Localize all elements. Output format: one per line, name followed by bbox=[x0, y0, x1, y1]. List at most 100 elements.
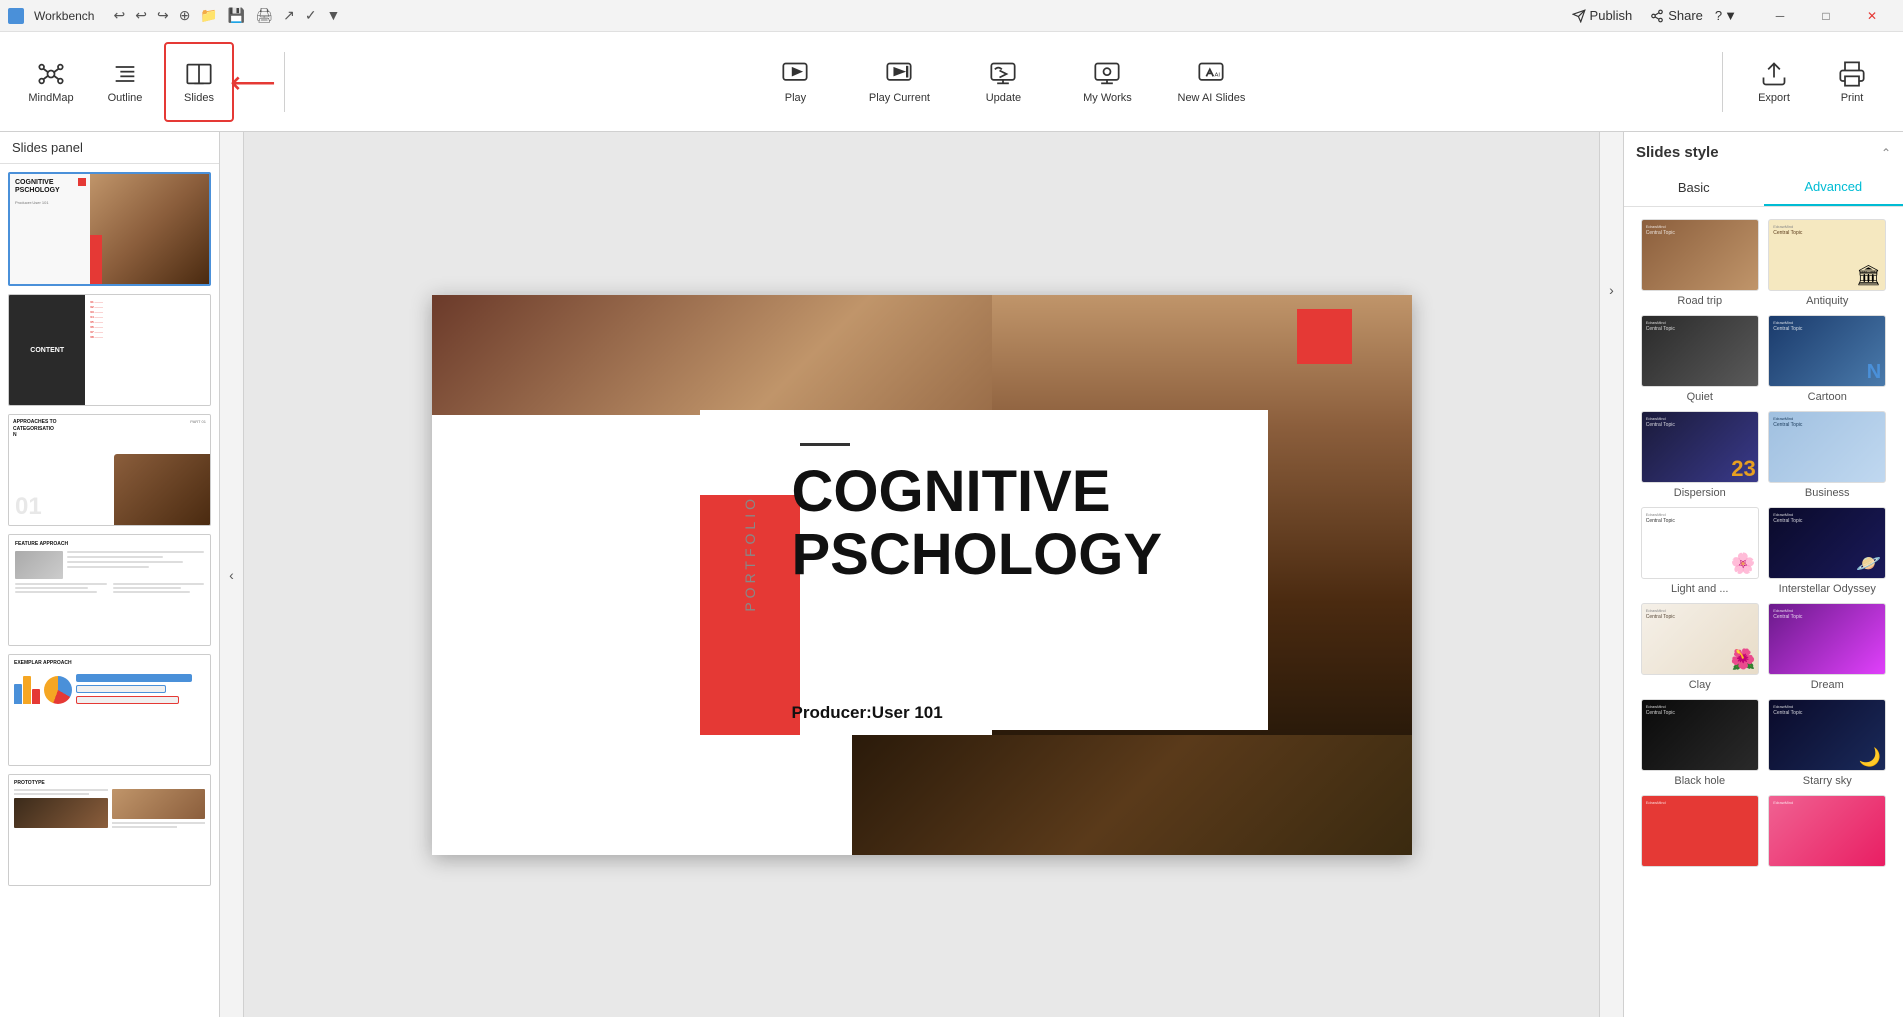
slide2-line7: 07 ──── bbox=[90, 330, 205, 334]
toolbar-actions: ↩ ↩ ↪ ⊕ 📁 💾 🖨 ↗ ✓ ▼ bbox=[110, 5, 343, 26]
outline-icon bbox=[111, 60, 139, 88]
window-controls: ─ □ ✕ bbox=[1757, 0, 1895, 32]
redo-icon[interactable]: ↪ bbox=[154, 5, 172, 26]
style-road-trip[interactable]: EdrawMind Central Topic Road trip bbox=[1640, 219, 1760, 307]
slide2-line5: 05 ──── bbox=[90, 320, 205, 324]
road-trip-label: Road trip bbox=[1677, 295, 1722, 307]
slide-thumb-6[interactable]: PROTOTYPE bbox=[8, 774, 211, 886]
outline-tool[interactable]: Outline bbox=[90, 42, 160, 122]
slide5-title: EXEMPLAR APPROACH bbox=[14, 660, 205, 666]
maximize-button[interactable]: □ bbox=[1803, 0, 1849, 32]
style-light[interactable]: EdrawMind Central Topic 🌸 Light and ... bbox=[1640, 507, 1760, 595]
style-quiet[interactable]: EdrawMind Central Topic Quiet bbox=[1640, 315, 1760, 403]
style-thumb-business: EdrawMind Central Topic bbox=[1768, 411, 1886, 483]
style-red[interactable]: EdrawMind bbox=[1640, 795, 1760, 867]
dispersion-central-label: Central Topic bbox=[1646, 422, 1675, 428]
business-central-label: Central Topic bbox=[1773, 422, 1802, 428]
slide6-content bbox=[14, 789, 205, 828]
style-thumb-cartoon: EdrawMind Central Topic N bbox=[1768, 315, 1886, 387]
minimize-button[interactable]: ─ bbox=[1757, 0, 1803, 32]
style-antiquity[interactable]: EdrawMind Central Topic 🏛 Antiquity bbox=[1768, 219, 1888, 307]
new-icon[interactable]: ⊕ bbox=[176, 5, 194, 26]
tab-basic[interactable]: Basic bbox=[1624, 169, 1764, 206]
style-cartoon[interactable]: EdrawMind Central Topic N Cartoon bbox=[1768, 315, 1888, 403]
slide-thumb-1[interactable]: COGNITIVEPSCHOLOGY Producer:User 101 bbox=[8, 172, 211, 286]
my-works-tool[interactable]: My Works bbox=[1067, 42, 1147, 122]
mindmap-tool[interactable]: MindMap bbox=[16, 42, 86, 122]
print-button[interactable]: Print bbox=[1817, 42, 1887, 122]
interstellar-central-label: Central Topic bbox=[1773, 518, 1802, 524]
app-title: Workbench bbox=[34, 9, 94, 23]
style-pink[interactable]: EdrawMind bbox=[1768, 795, 1888, 867]
slide1-producer: Producer:User 101 bbox=[15, 200, 85, 205]
slides-tool[interactable]: Slides bbox=[164, 42, 234, 122]
slide-thumb-4[interactable]: FEATURE APPROACH bbox=[8, 534, 211, 646]
pink-edraw-label: EdrawMind bbox=[1773, 800, 1793, 805]
export-button[interactable]: Export bbox=[1739, 42, 1809, 122]
starry-moon-icon: 🌙 bbox=[1859, 747, 1881, 768]
quiet-edraw-label: EdrawMind bbox=[1646, 320, 1666, 325]
style-clay[interactable]: EdrawMind Central Topic 🌺 Clay bbox=[1640, 603, 1760, 691]
antiquity-edraw-label: EdrawMind bbox=[1773, 224, 1793, 229]
toolbar-divider bbox=[284, 52, 285, 112]
print-icon[interactable]: 🖨 bbox=[252, 5, 276, 26]
style-grid-container: EdrawMind Central Topic Road trip EdrawM… bbox=[1624, 207, 1903, 1017]
open-icon[interactable]: 📁 bbox=[197, 5, 220, 26]
light-edraw-label: EdrawMind bbox=[1646, 512, 1666, 517]
canvas-subtitle: Producer:User 101 bbox=[792, 703, 943, 723]
clay-label: Clay bbox=[1689, 679, 1711, 691]
slide-thumb-3[interactable]: APPROACHES TOCATEGORISATION PART 01 01 bbox=[8, 414, 211, 526]
collapse-panel-button[interactable]: ‹ bbox=[220, 132, 244, 1017]
slide-thumb-5[interactable]: EXEMPLAR APPROACH bbox=[8, 654, 211, 766]
cartoon-label: Cartoon bbox=[1808, 391, 1847, 403]
slide2-line2: 02 ──── bbox=[90, 305, 205, 309]
canvas-area: PORTFOLIO COGNITIVE PSCHOLOGY Producer:U… bbox=[244, 132, 1599, 1017]
canvas-title-line2: PSCHOLOGY bbox=[792, 522, 1163, 587]
help-dropdown-icon: ▼ bbox=[1724, 8, 1737, 23]
starry-edraw-label: EdrawMind bbox=[1773, 704, 1793, 709]
slides-list: COGNITIVEPSCHOLOGY Producer:User 101 CON… bbox=[0, 164, 219, 1017]
style-thumb-light: EdrawMind Central Topic 🌸 bbox=[1641, 507, 1759, 579]
slide6-title: PROTOTYPE bbox=[14, 780, 205, 786]
check-icon[interactable]: ✓ bbox=[302, 5, 320, 26]
interstellar-label: Interstellar Odyssey bbox=[1779, 583, 1876, 595]
panel-expand-icon[interactable]: ⌃ bbox=[1881, 146, 1891, 160]
style-business[interactable]: EdrawMind Central Topic Business bbox=[1768, 411, 1888, 499]
publish-button[interactable]: Publish bbox=[1566, 6, 1639, 25]
style-dispersion[interactable]: EdrawMind Central Topic 23 Dispersion bbox=[1640, 411, 1760, 499]
undo-icon[interactable]: ↩ bbox=[110, 5, 128, 26]
cartoon-edraw-label: EdrawMind bbox=[1773, 320, 1793, 325]
play-current-tool[interactable]: Play Current bbox=[859, 42, 939, 122]
style-interstellar[interactable]: EdrawMind Central Topic 🪐 Interstellar O… bbox=[1768, 507, 1888, 595]
play-current-icon bbox=[885, 60, 913, 88]
slide2-line8: 08 ──── bbox=[90, 335, 205, 339]
expand-right-panel-button[interactable]: › bbox=[1599, 132, 1623, 1017]
new-ai-slides-tool[interactable]: AI New AI Slides bbox=[1171, 42, 1251, 122]
play-tool[interactable]: Play bbox=[755, 42, 835, 122]
style-starry[interactable]: EdrawMind Central Topic 🌙 Starry sky bbox=[1768, 699, 1888, 787]
style-dream[interactable]: EdrawMind Central Topic Dream bbox=[1768, 603, 1888, 691]
style-thumb-quiet: EdrawMind Central Topic bbox=[1641, 315, 1759, 387]
style-thumb-red: EdrawMind bbox=[1641, 795, 1759, 867]
undo-icon2[interactable]: ↩ bbox=[132, 5, 150, 26]
save-icon[interactable]: 💾 bbox=[225, 5, 248, 26]
help-button[interactable]: ? ▼ bbox=[1715, 8, 1737, 23]
style-blackhole[interactable]: EdrawMind Central Topic Black hole bbox=[1640, 699, 1760, 787]
publish-label: Publish bbox=[1590, 8, 1633, 23]
close-button[interactable]: ✕ bbox=[1849, 0, 1895, 32]
export-icon2[interactable]: ↗ bbox=[280, 5, 298, 26]
share-button[interactable]: Share bbox=[1650, 8, 1703, 23]
clay-flower-icon: 🌺 bbox=[1731, 647, 1756, 672]
canvas-line bbox=[800, 443, 850, 446]
slide-thumb-2[interactable]: CONTENT 01 ──── 02 ──── 03 ──── 04 ──── … bbox=[8, 294, 211, 406]
clay-edraw-label: EdrawMind bbox=[1646, 608, 1666, 613]
play-current-label: Play Current bbox=[869, 92, 930, 104]
slide2-line3: 03 ──── bbox=[90, 310, 205, 314]
canvas-bg-bottom bbox=[852, 735, 1412, 855]
update-label: Update bbox=[986, 92, 1021, 104]
update-tool[interactable]: Update bbox=[963, 42, 1043, 122]
slides-style-title: Slides style bbox=[1636, 144, 1719, 161]
tab-advanced[interactable]: Advanced bbox=[1764, 169, 1903, 206]
svg-text:AI: AI bbox=[1215, 72, 1221, 78]
dropdown-icon[interactable]: ▼ bbox=[324, 5, 344, 26]
